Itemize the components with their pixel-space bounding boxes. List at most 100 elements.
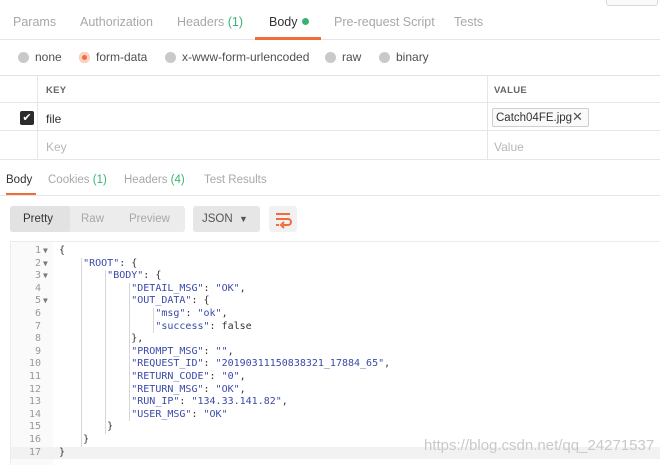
line-number: 7 (34, 320, 41, 332)
radio-urlencoded-label: x-www-form-urlencoded (182, 50, 310, 64)
resp-tab-cookies[interactable]: Cookies (1) (48, 174, 107, 186)
pretty-button[interactable]: Pretty (23, 213, 53, 225)
radio-raw[interactable]: raw (325, 50, 361, 64)
resp-tab-body[interactable]: Body (6, 174, 32, 186)
file-chip: Catch04FE.jpg ✕ (492, 108, 589, 127)
radio-raw-dot (325, 51, 336, 63)
indent-guide (81, 257, 83, 447)
file-name: Catch04FE.jpg (496, 112, 573, 124)
indent-guide (153, 308, 155, 334)
wrap-lines-button[interactable] (269, 206, 297, 232)
active-tab-underline (255, 37, 321, 40)
watermark: https://blog.csdn.net/qq_24271537 (424, 437, 655, 454)
code-line: 9 "PROMPT_MSG": "", (11, 346, 660, 358)
line-number: 4 (34, 282, 41, 294)
line-number: 6 (34, 308, 41, 319)
indent-guide (105, 270, 107, 434)
resp-tab-headers-count: (4) (170, 174, 185, 186)
tab-tests[interactable]: Tests (454, 15, 483, 29)
tab-params[interactable]: Params (13, 15, 56, 29)
tab-authorization[interactable]: Authorization (80, 15, 153, 29)
line-number: 14 (28, 408, 41, 420)
tab-authorization-label: Authorization (80, 15, 153, 29)
format-button-group: Pretty Raw Preview (10, 206, 185, 232)
tab-headers-count: (1) (227, 15, 244, 29)
fold-toggle-icon[interactable]: ▼ (43, 270, 48, 282)
code-text: "msg": "ok", (155, 308, 228, 319)
radio-urlencoded-dot (165, 51, 176, 63)
row-key-input[interactable]: file (46, 112, 61, 126)
code-text: "USER_MSG": "OK" (131, 408, 228, 420)
code-text: "DETAIL_MSG": "OK", (131, 282, 246, 294)
code-line: 10 "REQUEST_ID": "20190311150838321_1788… (11, 358, 660, 370)
fold-toggle-icon[interactable]: ▼ (43, 258, 48, 270)
radio-form-data-label: form-data (96, 50, 148, 64)
chevron-down-icon: ▼ (239, 214, 248, 224)
line-number: 17 (28, 446, 41, 458)
response-tab-underline (6, 193, 36, 195)
radio-binary-dot (379, 51, 390, 63)
line-number: 12 (28, 383, 41, 395)
code-line: 11 "RETURN_CODE": "0", (11, 371, 660, 383)
code-text: "success": false (155, 320, 252, 332)
resp-tab-test-results[interactable]: Test Results (204, 174, 267, 186)
line-number: 2 (34, 257, 41, 269)
tab-pre-request-script-label: Pre-request Script (334, 15, 435, 29)
radio-binary[interactable]: binary (379, 50, 429, 64)
row-enabled-checkbox[interactable]: ✔ (20, 111, 34, 125)
radio-binary-label: binary (396, 50, 429, 64)
radio-none[interactable]: none (18, 50, 62, 64)
new-key-input[interactable]: Key (46, 140, 67, 154)
tab-pre-request-script[interactable]: Pre-request Script (334, 15, 435, 29)
remove-file-icon[interactable]: ✕ (572, 109, 583, 125)
body-modified-indicator (301, 18, 309, 25)
line-number: 10 (28, 358, 41, 370)
resp-tab-body-label: Body (6, 174, 33, 186)
code-line: 5 ▼ "OUT_DATA": { (11, 295, 660, 307)
toolbar-button-partial[interactable] (606, 0, 658, 6)
line-number: 15 (28, 421, 41, 433)
code-line: 6 "msg": "ok", (11, 308, 660, 320)
code-line: 14 "USER_MSG": "OK" (11, 409, 660, 421)
radio-none-label: none (35, 50, 62, 64)
code-line: 13 "RUN_IP": "134.33.141.82", (11, 396, 660, 408)
tab-headers-label: Headers (177, 15, 228, 29)
value-column-header: VALUE (494, 85, 527, 96)
resp-tab-cookies-count: (1) (92, 174, 107, 186)
table-header-row: KEY VALUE (0, 76, 660, 103)
line-number: 5 (34, 295, 41, 307)
new-value-input[interactable]: Value (494, 140, 524, 154)
format-type-value: JSON (202, 213, 233, 225)
code-text: } (59, 434, 90, 445)
code-line: 15 } (11, 421, 660, 433)
raw-button[interactable]: Raw (81, 213, 104, 225)
tab-headers[interactable]: Headers (1) (177, 15, 243, 29)
code-line: 1 ▼ { (11, 245, 660, 257)
line-number: 16 (28, 434, 41, 445)
code-text: }, (59, 333, 144, 345)
code-line: 2 ▼ "ROOT": { (11, 258, 660, 270)
resp-tab-headers[interactable]: Headers (4) (124, 174, 185, 186)
code-text: "BODY": { (107, 270, 162, 282)
code-line: 8 }, (11, 333, 660, 345)
radio-form-data[interactable]: form-data (79, 50, 147, 64)
line-number: 3 (34, 270, 41, 282)
code-line: 7 "success": false (11, 321, 660, 333)
response-body-code[interactable]: 1 ▼{2 ▼ "ROOT": {3 ▼ "BODY": {4 "DETAIL_MSG… (10, 241, 660, 465)
preview-button[interactable]: Preview (129, 213, 170, 225)
code-text: "PROMPT_MSG": "", (131, 345, 234, 357)
code-text: "RUN_IP": "134.33.141.82", (131, 396, 288, 408)
fold-toggle-icon[interactable]: ▼ (43, 295, 48, 307)
response-toolbar: Pretty Raw Preview JSON ▼ (0, 206, 660, 234)
tab-params-label: Params (13, 15, 57, 29)
code-text: "ROOT": { (83, 257, 138, 269)
tab-body[interactable]: Body (269, 15, 309, 29)
fold-toggle-icon[interactable]: ▼ (43, 245, 48, 257)
code-text: } (59, 446, 66, 458)
format-type-select[interactable]: JSON ▼ (193, 206, 260, 232)
code-text: "REQUEST_ID": "20190311150838321_17884_6… (131, 358, 391, 370)
radio-x-www-form-urlencoded[interactable]: x-www-form-urlencoded (165, 50, 309, 64)
response-tabs: Body Cookies (1) Headers (4) Test Result… (0, 168, 660, 196)
tab-body-label: Body (269, 15, 298, 29)
request-tabs: Params Authorization Headers (1) Body Pr… (0, 0, 660, 40)
